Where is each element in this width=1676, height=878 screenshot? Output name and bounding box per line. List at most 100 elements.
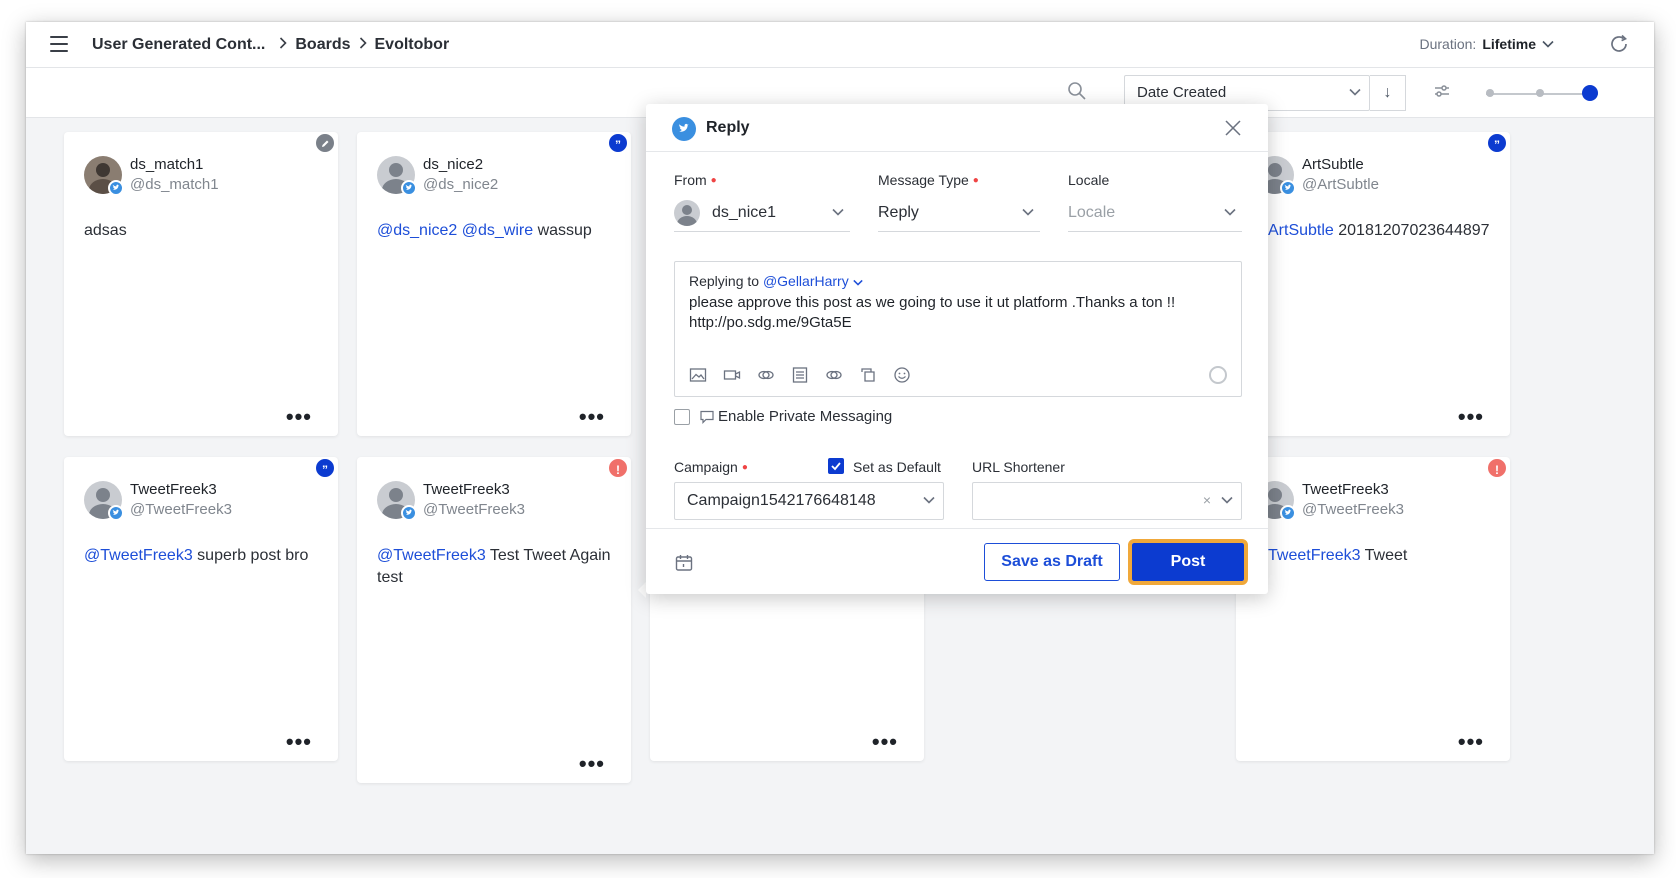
- more-options-icon[interactable]: •••: [1458, 731, 1484, 753]
- post-card[interactable]: ds_match1 @ds_match1 adsas •••: [64, 132, 338, 436]
- mention-link[interactable]: @TweetFreek3: [377, 547, 486, 564]
- chevron-down-icon: [1022, 208, 1034, 216]
- private-messaging-checkbox[interactable]: [674, 409, 690, 425]
- refresh-icon[interactable]: [1608, 33, 1630, 55]
- image-icon[interactable]: [689, 366, 707, 384]
- post-card[interactable]: ArtSubtle @ArtSubtle ArtSubtle 201812070…: [1236, 132, 1510, 436]
- breadcrumb: User Generated Cont... Boards Evoltobor: [92, 36, 449, 54]
- campaign-value: Campaign1542176648148: [687, 492, 876, 509]
- locale-placeholder: Locale: [1068, 204, 1116, 221]
- popover-caret: [638, 582, 646, 598]
- url-shortener-label: URL Shortener: [972, 459, 1065, 475]
- composer-toolbar: [689, 366, 911, 384]
- twitter-icon: [401, 505, 417, 521]
- calendar-icon[interactable]: [674, 553, 694, 573]
- copy-icon[interactable]: [859, 366, 877, 384]
- author-name: ArtSubtle: [1302, 156, 1364, 173]
- message-icon: [700, 410, 714, 424]
- post-card[interactable]: TweetFreek3 @TweetFreek3 TweetFreek3 Twe…: [1236, 457, 1510, 761]
- url-shortener-select[interactable]: ×: [972, 482, 1242, 520]
- author-name: TweetFreek3: [423, 481, 510, 498]
- quote-badge-icon: ”: [607, 132, 629, 154]
- more-options-icon[interactable]: •••: [872, 731, 898, 753]
- breadcrumb-item-boards[interactable]: Boards: [295, 36, 350, 54]
- from-value: ds_nice1: [712, 204, 777, 221]
- link-icon[interactable]: [825, 366, 843, 384]
- check-icon: [831, 462, 841, 471]
- locale-label: Locale: [1068, 172, 1110, 188]
- twitter-icon: [1280, 180, 1296, 196]
- private-messaging-label: Enable Private Messaging: [718, 408, 893, 425]
- search-icon[interactable]: [1066, 80, 1088, 102]
- more-options-icon[interactable]: •••: [286, 731, 312, 753]
- breadcrumb-item-ugc[interactable]: User Generated Cont...: [92, 36, 265, 54]
- post-button[interactable]: Post: [1128, 539, 1248, 585]
- replying-to: Replying to @GellarHarry: [689, 273, 863, 289]
- author-handle: @TweetFreek3: [1302, 501, 1404, 518]
- more-options-icon[interactable]: •••: [579, 753, 605, 775]
- more-options-icon[interactable]: •••: [286, 406, 312, 428]
- mention-link[interactable]: ArtSubtle: [1268, 222, 1334, 239]
- post-text: @TweetFreek3 Test Tweet Again test: [377, 547, 611, 586]
- mention-link[interactable]: @ds_nice2: [377, 222, 457, 239]
- reply-dialog: Reply From ● ds_nice1 Message Type ● Reply…: [646, 104, 1268, 594]
- post-card[interactable]: TweetFreek3 @TweetFreek3 @TweetFreek3 su…: [64, 457, 338, 761]
- message-type-select[interactable]: Reply: [878, 196, 1040, 232]
- set-default-checkbox[interactable]: [828, 458, 844, 474]
- close-icon[interactable]: [1224, 119, 1242, 137]
- chevron-down-icon: [1349, 88, 1361, 96]
- link-icon[interactable]: [757, 366, 775, 384]
- from-label: From ●: [674, 172, 717, 188]
- locale-select[interactable]: Locale: [1068, 196, 1242, 232]
- twitter-icon: [108, 180, 124, 196]
- message-text-area[interactable]: please approve this post as we going to …: [689, 293, 1219, 333]
- document-icon[interactable]: [791, 366, 809, 384]
- post-text: TweetFreek3 Tweet: [1268, 547, 1408, 564]
- post-text: adsas: [84, 222, 127, 239]
- message-composer[interactable]: Replying to @GellarHarry please approve …: [674, 261, 1242, 397]
- save-draft-button[interactable]: Save as Draft: [984, 543, 1120, 581]
- campaign-select[interactable]: Campaign1542176648148: [674, 482, 944, 520]
- dialog-header: Reply: [646, 104, 1268, 152]
- emoji-icon[interactable]: [893, 366, 911, 384]
- set-default-label: Set as Default: [853, 459, 941, 475]
- author-handle: @TweetFreek3: [423, 501, 525, 518]
- sort-direction-button[interactable]: ↓: [1370, 75, 1406, 111]
- more-options-icon[interactable]: •••: [579, 406, 605, 428]
- top-header: User Generated Cont... Boards Evoltobor …: [26, 22, 1654, 68]
- from-select[interactable]: ds_nice1: [674, 196, 850, 232]
- sort-select-value: Date Created: [1137, 84, 1227, 101]
- chevron-down-icon: [923, 496, 935, 504]
- breadcrumb-item-evoltobor: Evoltobor: [374, 36, 450, 53]
- replying-to-handle[interactable]: @GellarHarry: [763, 273, 849, 289]
- mention-link[interactable]: @TweetFreek3: [84, 547, 193, 564]
- more-options-icon[interactable]: •••: [1458, 406, 1484, 428]
- author-handle: @ArtSubtle: [1302, 176, 1379, 193]
- twitter-icon: [672, 117, 696, 141]
- zoom-slider-knob[interactable]: [1582, 85, 1598, 101]
- zoom-slider-stop: [1536, 89, 1544, 97]
- mention-link[interactable]: @ds_wire: [462, 222, 533, 239]
- clear-icon[interactable]: ×: [1203, 492, 1211, 508]
- duration-label: Duration:: [1419, 36, 1477, 52]
- chevron-down-icon: [832, 208, 844, 216]
- filter-sliders-icon[interactable]: [1431, 80, 1453, 102]
- message-type-value: Reply: [878, 204, 919, 221]
- video-icon[interactable]: [723, 366, 741, 384]
- post-card[interactable]: TweetFreek3 @TweetFreek3 @TweetFreek3 Te…: [357, 457, 631, 783]
- chevron-right-icon: [279, 36, 288, 54]
- post-text: ArtSubtle 20181207023644897: [1268, 222, 1490, 239]
- dialog-title: Reply: [706, 119, 750, 136]
- mention-link[interactable]: TweetFreek3: [1268, 547, 1360, 564]
- message-type-label: Message Type ●: [878, 172, 979, 188]
- author-handle: @TweetFreek3: [130, 501, 232, 518]
- chevron-down-icon: [1221, 496, 1233, 504]
- avatar: [674, 200, 700, 226]
- zoom-slider[interactable]: [1486, 85, 1598, 101]
- post-card[interactable]: ds_nice2 @ds_nice2 @ds_nice2 @ds_wire wa…: [357, 132, 631, 436]
- duration-selector[interactable]: Duration: Lifetime: [1420, 36, 1555, 52]
- menu-icon[interactable]: [50, 36, 68, 52]
- chevron-down-icon[interactable]: [852, 279, 863, 286]
- twitter-icon: [108, 505, 124, 521]
- author-name: TweetFreek3: [1302, 481, 1389, 498]
